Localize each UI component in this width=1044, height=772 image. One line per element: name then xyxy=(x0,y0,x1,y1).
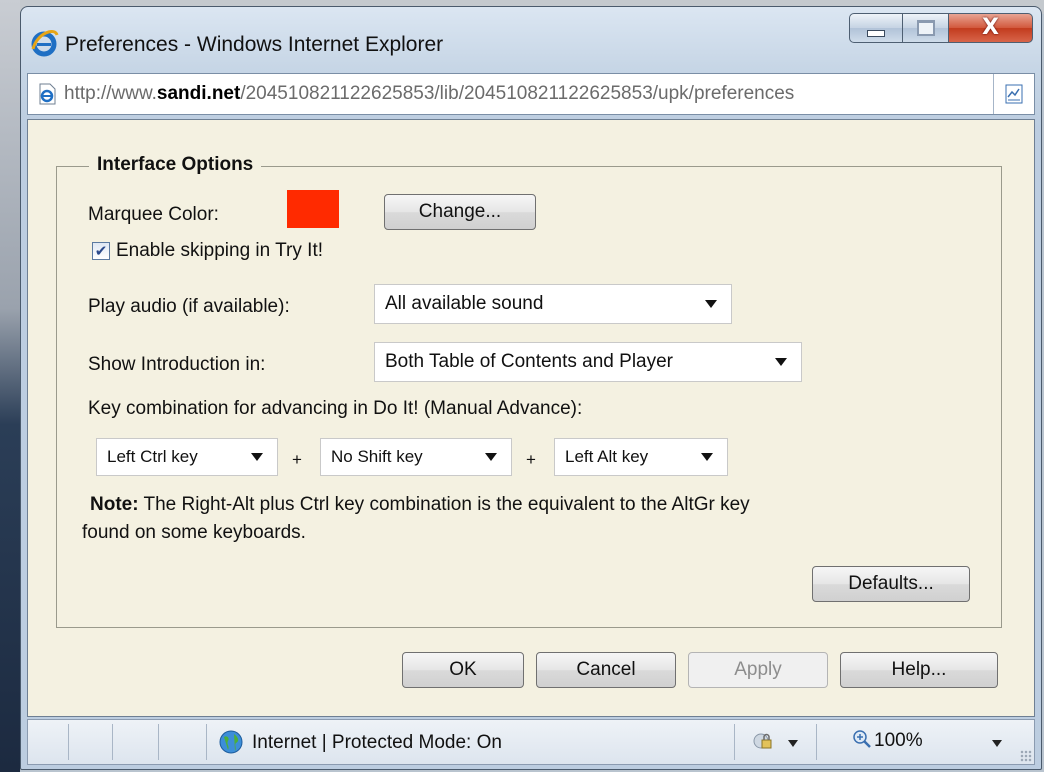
preferences-content: Interface Options Marquee Color: Change.… xyxy=(27,119,1035,717)
chevron-down-icon xyxy=(705,300,717,308)
key1-select[interactable]: Left Ctrl key xyxy=(96,438,278,476)
internet-explorer-icon xyxy=(31,30,59,57)
maximize-button[interactable] xyxy=(903,13,949,43)
interface-options-group: Interface Options xyxy=(56,154,1002,628)
url-text[interactable]: http://www.sandi.net/204510821122625853/… xyxy=(64,83,984,105)
close-icon: X xyxy=(982,15,999,40)
close-button[interactable]: X xyxy=(949,13,1033,43)
resize-grip[interactable] xyxy=(1020,750,1032,762)
chevron-down-icon xyxy=(775,358,787,366)
compatibility-view-button[interactable] xyxy=(993,74,1034,114)
intro-select[interactable]: Both Table of Contents and Player xyxy=(374,342,802,382)
ok-button[interactable]: OK xyxy=(402,652,524,688)
url-prefix: http://www. xyxy=(64,83,157,104)
title-bar[interactable]: Preferences - Windows Internet Explorer … xyxy=(21,7,1041,71)
zoom-level[interactable]: 100% xyxy=(874,730,923,752)
note-line-1: The Right-Alt plus Ctrl key combination … xyxy=(143,494,750,515)
security-zone-text[interactable]: Internet | Protected Mode: On xyxy=(252,732,502,754)
intro-select-value: Both Table of Contents and Player xyxy=(385,351,674,372)
note-bold: Note: xyxy=(90,494,139,515)
chevron-down-icon[interactable] xyxy=(992,740,1002,747)
minimize-button[interactable] xyxy=(849,13,903,43)
plus-sign: + xyxy=(292,450,302,469)
key1-select-value: Left Ctrl key xyxy=(107,447,198,466)
url-domain: sandi.net xyxy=(156,83,241,104)
address-bar[interactable]: http://www.sandi.net/204510821122625853/… xyxy=(27,73,1035,115)
defaults-button[interactable]: Defaults... xyxy=(812,566,970,602)
marquee-color-label: Marquee Color: xyxy=(88,204,219,225)
chevron-down-icon xyxy=(701,453,713,461)
help-button[interactable]: Help... xyxy=(840,652,998,688)
plus-sign: + xyxy=(526,450,536,469)
audio-label: Play audio (if available): xyxy=(88,296,290,317)
ie-window: Preferences - Windows Internet Explorer … xyxy=(20,6,1042,770)
note-text: Note: The Right-Alt plus Ctrl key combin… xyxy=(90,494,750,516)
window-title: Preferences - Windows Internet Explorer xyxy=(65,33,444,56)
key3-select-value: Left Alt key xyxy=(565,447,649,466)
intro-label: Show Introduction in: xyxy=(88,354,266,375)
protected-mode-icon[interactable] xyxy=(752,730,774,752)
key2-select[interactable]: No Shift key xyxy=(320,438,512,476)
url-path: /204510821122625853/lib/2045108211226258… xyxy=(240,83,795,104)
skip-checkbox[interactable]: ✔ xyxy=(92,242,110,260)
maximize-icon xyxy=(916,20,935,36)
audio-select-value: All available sound xyxy=(385,293,544,314)
change-color-button[interactable]: Change... xyxy=(384,194,536,230)
status-separator xyxy=(68,724,69,760)
zoom-icon xyxy=(853,730,871,748)
desktop-edge xyxy=(0,0,20,772)
key2-select-value: No Shift key xyxy=(331,447,423,466)
compatibility-view-icon xyxy=(1005,84,1023,104)
status-separator xyxy=(734,724,735,760)
apply-button[interactable]: Apply xyxy=(688,652,828,688)
cancel-button[interactable]: Cancel xyxy=(536,652,676,688)
page-icon xyxy=(39,83,56,105)
checkmark-icon: ✔ xyxy=(94,242,108,260)
audio-select[interactable]: All available sound xyxy=(374,284,732,324)
minimize-icon xyxy=(867,29,885,37)
status-separator xyxy=(112,724,113,760)
globe-icon xyxy=(219,730,243,754)
section-title: Interface Options xyxy=(89,154,262,176)
chevron-down-icon[interactable] xyxy=(788,740,798,747)
note-line-2: found on some keyboards. xyxy=(82,522,306,543)
key3-select[interactable]: Left Alt key xyxy=(554,438,728,476)
caption-buttons: X xyxy=(849,13,1033,47)
status-separator xyxy=(816,724,817,760)
marquee-color-swatch xyxy=(287,190,339,228)
status-separator xyxy=(206,724,207,760)
key-combo-label: Key combination for advancing in Do It! … xyxy=(88,398,583,419)
skip-checkbox-label[interactable]: Enable skipping in Try It! xyxy=(116,240,323,262)
status-bar: Internet | Protected Mode: On 100% xyxy=(27,719,1035,765)
status-separator xyxy=(158,724,159,760)
chevron-down-icon xyxy=(485,453,497,461)
chevron-down-icon xyxy=(251,453,263,461)
